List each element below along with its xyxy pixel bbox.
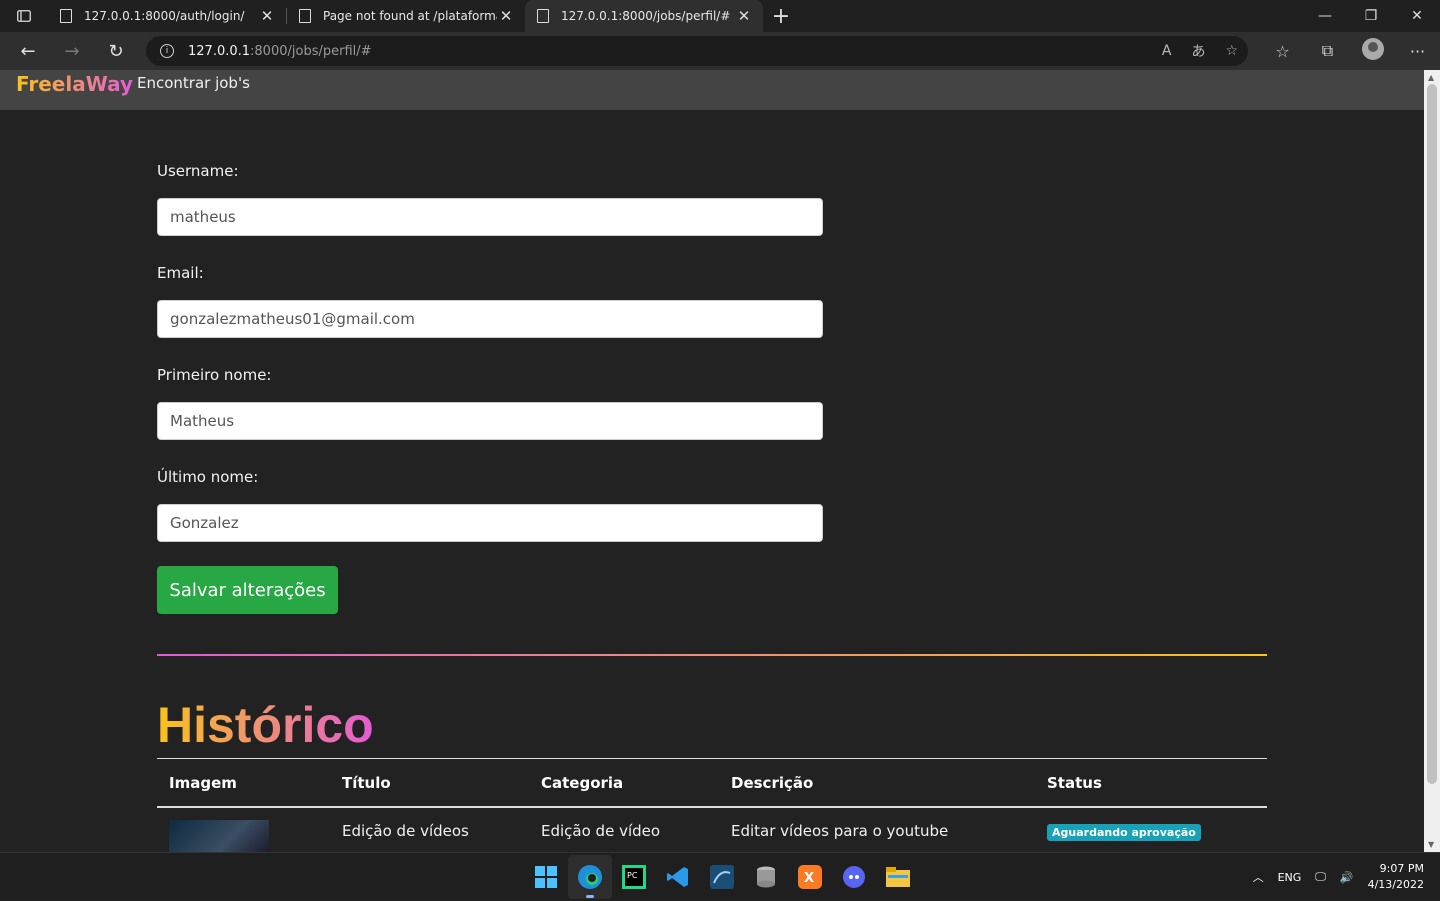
job-description: Editar vídeos para o youtube [731, 822, 949, 840]
avatar [1361, 38, 1384, 60]
xampp-icon[interactable]: X [788, 855, 832, 899]
job-title: Edição de vídeos [342, 822, 469, 840]
windows-taskbar: PC X ︿ ENG 🖵 🔊 9:07 PM 4/13/2022 [0, 852, 1440, 900]
brand-logo[interactable]: FreelaWay [16, 72, 133, 96]
edge-icon[interactable] [568, 855, 612, 899]
column-header-title: Título [342, 774, 391, 792]
tab-title: 127.0.0.1:8000/auth/login/ [84, 9, 245, 23]
url-host: 127.0.0.1 [188, 43, 251, 59]
column-header-image: Imagem [169, 774, 237, 792]
page-icon [60, 9, 72, 23]
browser-right-tools: ☆ ⧉ ··· [1260, 32, 1440, 70]
page-scrollbar[interactable]: ▲ ▼ [1424, 70, 1440, 852]
more-menu-icon[interactable]: ··· [1395, 42, 1440, 61]
column-header-category: Categoria [541, 774, 624, 792]
status-badge: Aguardando aprovação [1047, 824, 1201, 841]
table-header: Imagem Título Categoria Descrição Status [157, 758, 1267, 808]
table-row: Edição de vídeos Edição de vídeo Editar … [157, 808, 1267, 852]
windows-start-icon[interactable] [524, 855, 568, 899]
first-name-field[interactable] [157, 402, 823, 440]
column-header-description: Descrição [731, 774, 814, 792]
window-controls: — ❐ ✕ [1302, 0, 1440, 32]
clock-date: 4/13/2022 [1367, 878, 1424, 891]
browser-tab-perfil[interactable]: 127.0.0.1:8000/jobs/perfil/# ✕ [525, 0, 763, 32]
read-aloud-icon[interactable]: A [1162, 43, 1172, 59]
language-indicator[interactable]: ENG [1278, 871, 1302, 884]
url-path: :8000/jobs/perfil/# [250, 43, 372, 59]
browser-tab-not-found[interactable]: Page not found at /plataforma ✕ [287, 0, 525, 32]
browser-titlebar: 127.0.0.1:8000/auth/login/ ✕ Page not fo… [0, 0, 1440, 32]
minimize-icon[interactable]: — [1302, 0, 1348, 32]
favorites-icon[interactable]: ☆ [1260, 42, 1305, 61]
username-label: Username: [157, 162, 239, 180]
file-explorer-icon[interactable] [876, 855, 920, 899]
scroll-up-icon[interactable]: ▲ [1428, 73, 1434, 82]
browser-tab-login[interactable]: 127.0.0.1:8000/auth/login/ ✕ [48, 0, 286, 32]
discord-icon[interactable] [832, 855, 876, 899]
volume-icon[interactable]: 🔊 [1340, 871, 1354, 884]
page-viewport: FreelaWay Encontrar job's Username: Emai… [0, 70, 1424, 852]
site-info-icon[interactable]: i [160, 44, 174, 58]
pycharm-icon[interactable]: PC [612, 855, 656, 899]
tab-title: 127.0.0.1:8000/jobs/perfil/# [561, 9, 731, 23]
browser-toolbar: ← → ↻ i 127.0.0.1:8000/jobs/perfil/# A あ… [0, 32, 1440, 70]
system-tray: ︿ ENG 🖵 🔊 9:07 PM 4/13/2022 [1253, 853, 1424, 901]
clock[interactable]: 9:07 PM 4/13/2022 [1368, 861, 1424, 893]
tab-actions-icon [17, 10, 31, 22]
last-name-label: Último nome: [157, 468, 259, 486]
vscode-icon[interactable] [656, 855, 700, 899]
history-table: Imagem Título Categoria Descrição Status… [157, 758, 1267, 852]
svg-text:X: X [804, 871, 814, 886]
first-name-label: Primeiro nome: [157, 366, 272, 384]
show-hidden-icons-icon[interactable]: ︿ [1253, 869, 1264, 885]
clock-time: 9:07 PM [1379, 862, 1424, 875]
tab-title: Page not found at /plataforma [323, 9, 497, 23]
address-bar-icons: A あ ☆ [1162, 36, 1238, 66]
scrollbar-thumb[interactable] [1427, 84, 1437, 784]
mysql-workbench-icon[interactable] [700, 855, 744, 899]
close-window-icon[interactable]: ✕ [1394, 0, 1440, 32]
restore-icon[interactable]: ❐ [1348, 0, 1394, 32]
job-category: Edição de vídeo [541, 822, 661, 840]
refresh-icon[interactable]: ↻ [94, 32, 138, 70]
taskbar-apps: PC X [524, 853, 920, 901]
network-icon[interactable]: 🖵 [1315, 870, 1326, 884]
close-tab-icon[interactable]: ✕ [497, 7, 515, 25]
username-field[interactable] [157, 198, 823, 236]
column-header-status: Status [1047, 774, 1102, 792]
job-thumbnail[interactable] [169, 820, 269, 852]
close-tab-icon[interactable]: ✕ [258, 7, 276, 25]
translate-icon[interactable]: あ [1191, 41, 1205, 61]
email-label: Email: [157, 264, 204, 282]
page-icon [537, 9, 549, 23]
scroll-down-icon[interactable]: ▼ [1428, 840, 1434, 849]
address-bar[interactable]: i 127.0.0.1:8000/jobs/perfil/# A あ ☆ [146, 36, 1248, 66]
email-field[interactable] [157, 300, 823, 338]
last-name-field[interactable] [157, 504, 823, 542]
profile-button[interactable] [1350, 38, 1395, 64]
close-tab-icon[interactable]: ✕ [735, 7, 753, 25]
svg-text:PC: PC [627, 871, 638, 880]
page-icon [299, 9, 311, 23]
forward-arrow-icon[interactable]: → [50, 32, 94, 70]
add-favorite-icon[interactable]: ☆ [1225, 43, 1238, 59]
database-icon[interactable] [744, 855, 788, 899]
save-changes-button[interactable]: Salvar alterações [157, 566, 338, 614]
nav-link-find-jobs[interactable]: Encontrar job's [137, 74, 250, 92]
history-title: Histórico [157, 697, 374, 753]
site-navbar: FreelaWay Encontrar job's [0, 70, 1424, 110]
gradient-divider [157, 654, 1267, 656]
back-arrow-icon[interactable]: ← [6, 32, 50, 70]
new-tab-button[interactable]: + [763, 0, 799, 32]
plus-icon: + [771, 3, 791, 29]
collections-icon[interactable]: ⧉ [1305, 41, 1350, 61]
tab-actions-button[interactable] [0, 0, 48, 32]
